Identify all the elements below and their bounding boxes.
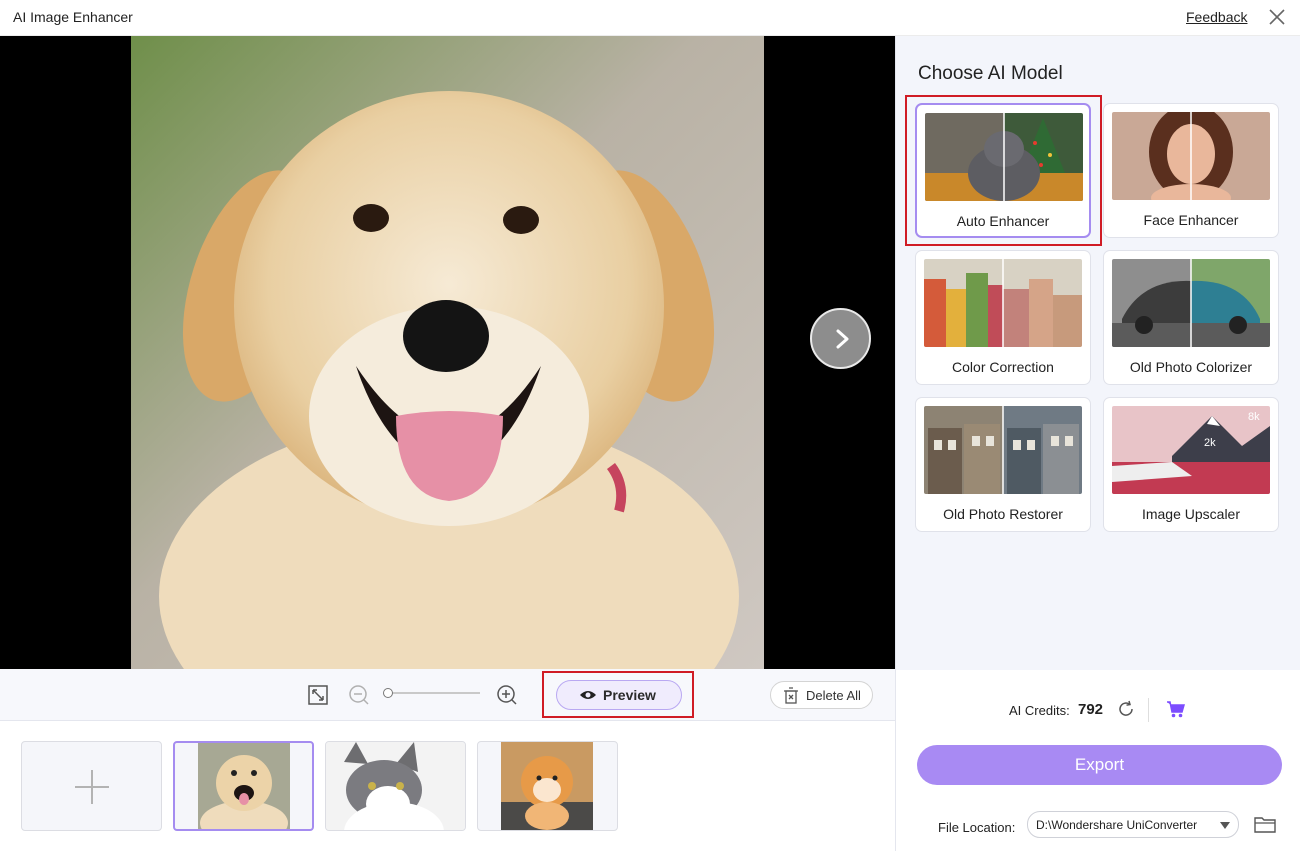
model-label: Old Photo Colorizer <box>1129 359 1253 375</box>
chevron-down-icon <box>1220 822 1230 829</box>
export-panel: AI Credits: 792 Export File Location: D:… <box>895 670 1300 851</box>
thumbnail-strip <box>0 721 895 851</box>
preview-button[interactable]: Preview <box>556 680 682 710</box>
folder-icon[interactable] <box>1254 815 1276 833</box>
cart-icon[interactable] <box>1166 700 1186 718</box>
color-correction-preview-image <box>924 259 1082 347</box>
file-location-value: D:\Wondershare UniConverter <box>1036 818 1198 832</box>
image-upscaler-preview-image: 8k 2k <box>1112 406 1270 494</box>
zoom-out-icon[interactable] <box>348 684 370 706</box>
refresh-icon[interactable] <box>1117 700 1135 718</box>
delete-all-button[interactable]: Delete All <box>770 681 873 709</box>
close-icon <box>1269 9 1285 25</box>
old-photo-restorer-preview-image <box>924 406 1082 494</box>
model-label: Color Correction <box>952 359 1054 375</box>
zoom-in-icon[interactable] <box>496 684 518 706</box>
title-bar: AI Image Enhancer Feedback <box>0 0 1300 36</box>
ai-credits-label: AI Credits: <box>1009 703 1070 718</box>
model-label: Old Photo Restorer <box>943 506 1063 522</box>
feedback-link[interactable]: Feedback <box>1186 9 1247 25</box>
thumbnail-pomeranian[interactable] <box>477 741 618 831</box>
dog-thumbnail-image <box>198 743 290 829</box>
add-image-button[interactable] <box>21 741 162 831</box>
file-location-select[interactable]: D:\Wondershare UniConverter <box>1027 811 1239 838</box>
model-card-old-photo-restorer[interactable]: Old Photo Restorer <box>915 397 1091 532</box>
dog-photo <box>131 36 764 669</box>
model-label: Image Upscaler <box>1141 506 1241 522</box>
delete-all-label: Delete All <box>806 688 861 703</box>
upscale-badge-8k: 8k <box>1248 411 1260 423</box>
auto-enhancer-preview-image <box>925 113 1083 201</box>
next-image-button[interactable] <box>810 308 871 369</box>
zoom-slider-thumb[interactable] <box>383 688 393 698</box>
close-button[interactable] <box>1266 6 1288 28</box>
preview-label: Preview <box>603 687 656 703</box>
panel-title: Choose AI Model <box>918 63 1063 84</box>
trash-icon <box>784 687 798 704</box>
fit-screen-icon[interactable] <box>307 684 329 706</box>
separator <box>1148 698 1149 722</box>
cat-thumbnail-image <box>326 742 465 830</box>
model-label: Auto Enhancer <box>956 213 1050 229</box>
preview-toolbar: Preview Delete All <box>0 669 895 721</box>
model-card-old-photo-colorizer[interactable]: Old Photo Colorizer <box>1103 250 1279 385</box>
model-card-color-correction[interactable]: Color Correction <box>915 250 1091 385</box>
face-enhancer-preview-image <box>1112 112 1270 200</box>
zoom-slider-track[interactable] <box>388 692 480 694</box>
model-card-auto-enhancer[interactable]: Auto Enhancer <box>915 103 1091 238</box>
ai-model-panel: Choose AI Model Auto Enhancer Face Enhan… <box>895 36 1300 670</box>
chevron-right-icon <box>836 329 849 349</box>
model-card-face-enhancer[interactable]: Face Enhancer <box>1103 103 1279 238</box>
upscale-badge-2k: 2k <box>1204 437 1216 449</box>
thumbnail-cat[interactable] <box>325 741 466 831</box>
ai-credits-value: 792 <box>1078 701 1104 718</box>
old-photo-colorizer-preview-image <box>1112 259 1270 347</box>
plus-icon <box>75 770 109 804</box>
eye-icon <box>580 691 596 699</box>
file-location-label: File Location: <box>938 820 1016 835</box>
model-label: Face Enhancer <box>1143 212 1239 228</box>
thumbnail-dog[interactable] <box>173 741 314 831</box>
app-title: AI Image Enhancer <box>13 9 133 25</box>
pomeranian-thumbnail-image <box>501 742 593 830</box>
export-button[interactable]: Export <box>917 745 1282 785</box>
image-preview-area <box>0 36 895 669</box>
model-card-image-upscaler[interactable]: 8k 2k Image Upscaler <box>1103 397 1279 532</box>
